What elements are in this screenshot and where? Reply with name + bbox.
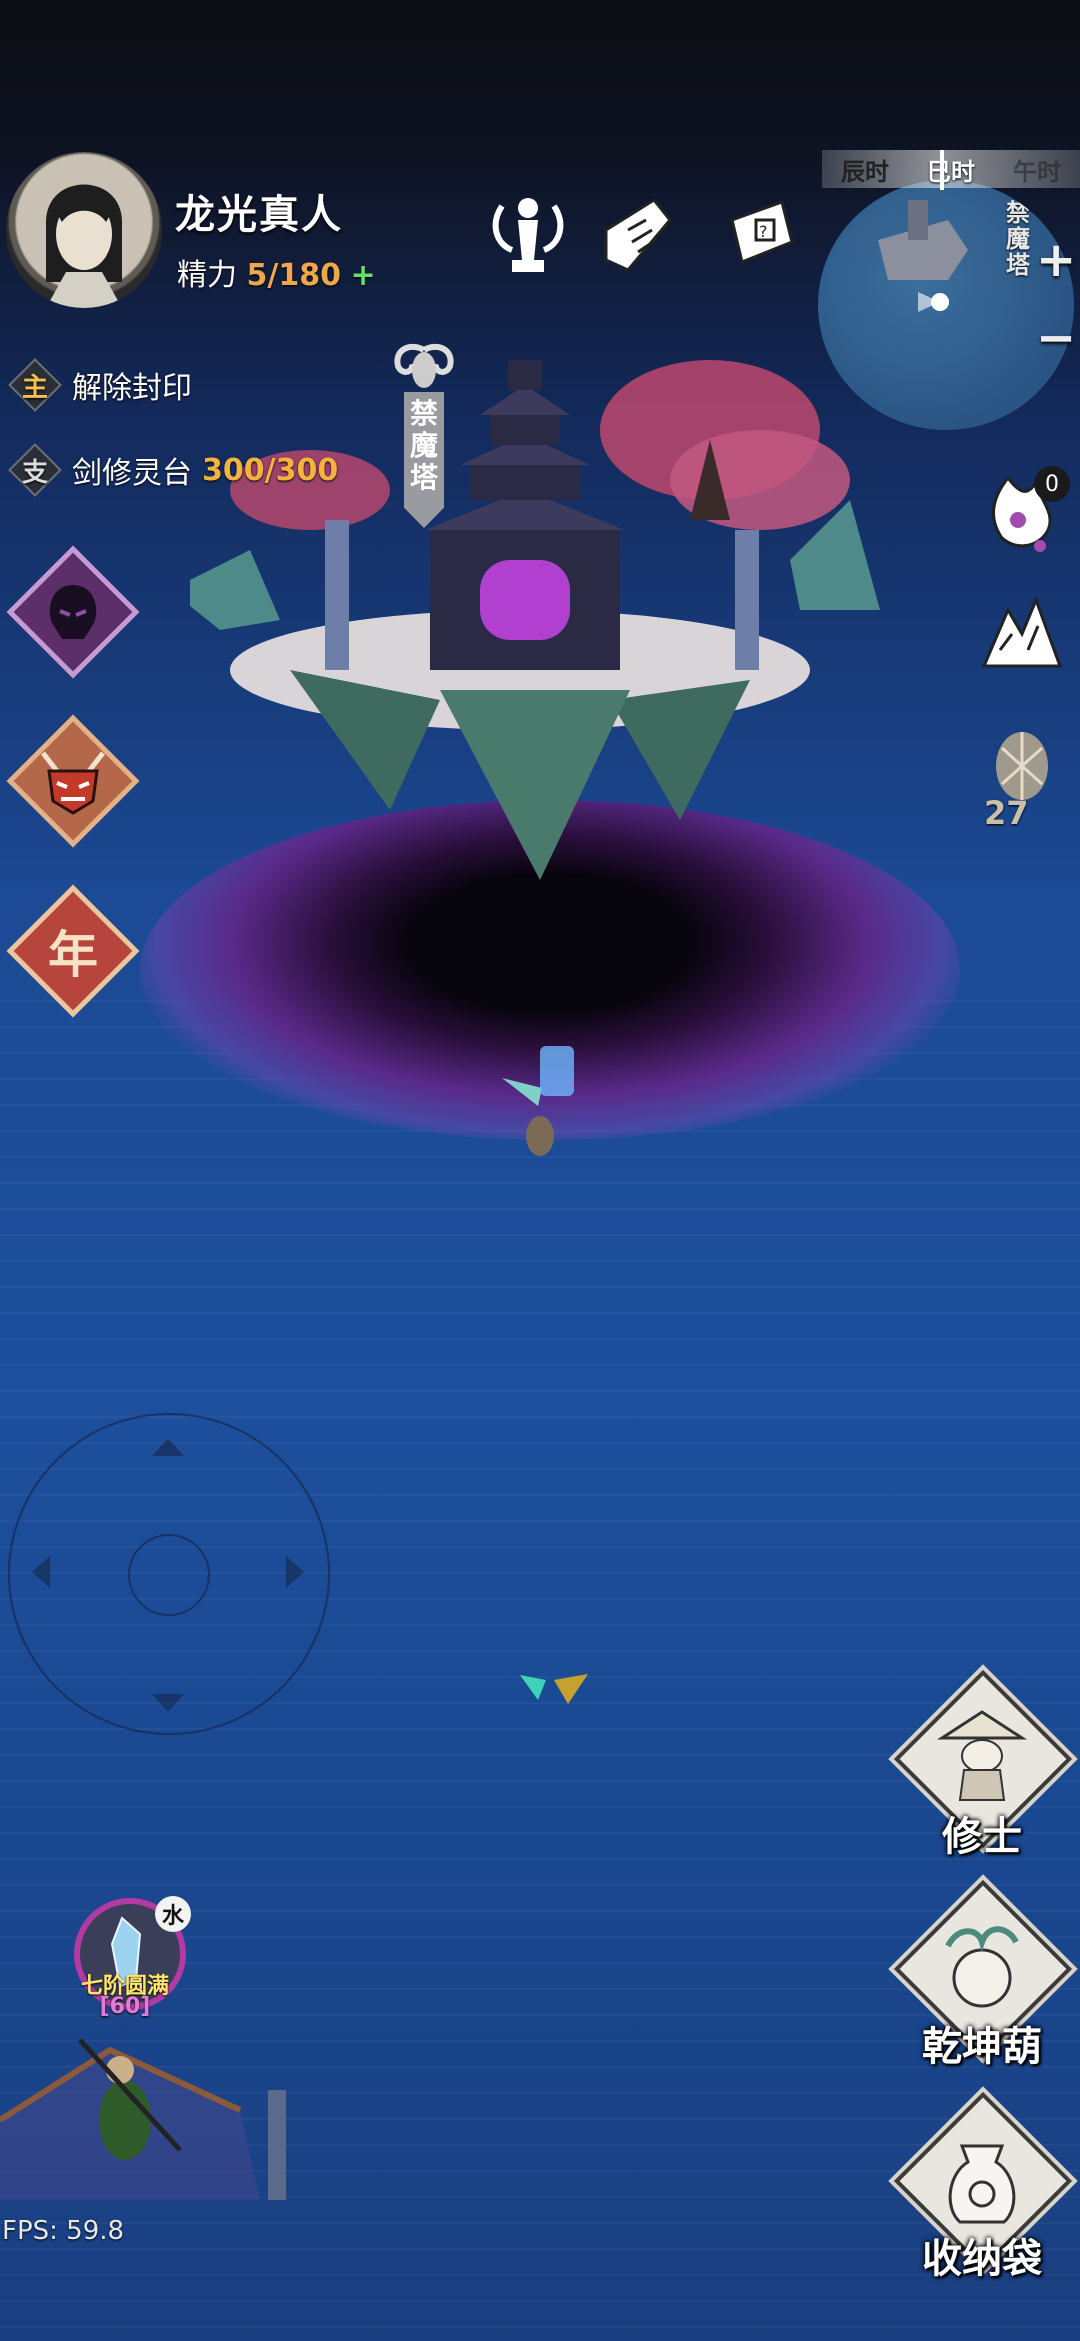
- mountain-icon[interactable]: [978, 590, 1066, 680]
- flying-birds: [520, 1674, 588, 1704]
- demon-shadow-button[interactable]: [0, 534, 151, 690]
- joystick-knob[interactable]: [128, 1534, 210, 1616]
- time-slot: 辰时: [841, 157, 889, 186]
- minimap-zoom-in-button[interactable]: +: [1036, 232, 1076, 288]
- cultivator-button[interactable]: 修士: [893, 1669, 1073, 1878]
- avatar-portrait-icon: [46, 184, 122, 308]
- gourd-icon: [945, 1926, 1019, 2008]
- quest-text: 解除封印: [72, 371, 192, 406]
- joystick-left-arrow: [32, 1556, 50, 1588]
- storage-bag-button[interactable]: 收纳袋: [893, 2091, 1073, 2300]
- quest-scroll-icon[interactable]: ?: [722, 190, 802, 276]
- time-slot-current: 巳时: [927, 157, 975, 186]
- demon-mask-button[interactable]: [0, 703, 151, 859]
- stamina-display: 精力 5/180 +: [177, 250, 376, 294]
- minimap-tower-icon: [878, 200, 968, 312]
- time-slot: 午时: [1013, 157, 1061, 186]
- storage-bag-label: 收纳袋: [922, 2236, 1042, 2282]
- demon-mask-icon: [41, 751, 105, 815]
- stamina-add-button[interactable]: +: [351, 258, 376, 293]
- stamina-label: 精力: [177, 258, 237, 293]
- quest-progress: 300/300: [202, 452, 339, 488]
- scroll-map-icon[interactable]: [598, 190, 678, 276]
- tower-label-ram-icon: [394, 343, 454, 388]
- quest-side[interactable]: 支 剑修灵台 300/300: [10, 442, 338, 498]
- minimap[interactable]: 禁魔塔: [818, 180, 1074, 430]
- spirit-flame-count: 0: [1034, 466, 1070, 502]
- joystick-down-arrow: [152, 1694, 184, 1712]
- spirit-orb-count: 27: [984, 794, 1029, 832]
- minimap-zoom-out-button[interactable]: −: [1036, 310, 1076, 366]
- tower-map-label[interactable]: 禁魔塔: [404, 392, 444, 528]
- element-badge: 水: [155, 1896, 191, 1932]
- storage-bag-icon: [948, 2144, 1016, 2224]
- time-of-day-bar: 辰时 巳时 午时: [822, 150, 1080, 188]
- joystick-right-arrow: [286, 1556, 304, 1588]
- cultivator-icon: [936, 1710, 1028, 1801]
- quest-text: 剑修灵台: [72, 456, 192, 491]
- player-name: 龙光真人: [175, 192, 343, 238]
- cultivator-figure: [0, 2038, 286, 2200]
- quest-tag-main: 主: [10, 360, 60, 410]
- gourd-label: 乾坤葫: [922, 2024, 1042, 2070]
- fps-counter: FPS: 59.8: [2, 2216, 125, 2246]
- cultivator-label: 修士: [942, 1814, 1022, 1860]
- sect-bell-icon[interactable]: [488, 190, 568, 276]
- time-indicator: [940, 150, 944, 190]
- demon-shadow-icon: [49, 585, 97, 639]
- quest-tag-side: 支: [10, 445, 60, 495]
- player-avatar[interactable]: [6, 152, 162, 308]
- stamina-value: 5/180: [246, 258, 341, 293]
- player-character[interactable]: [492, 1036, 592, 1176]
- svg-text:?: ?: [759, 222, 768, 241]
- quest-main[interactable]: 主 解除封印: [10, 357, 192, 413]
- joystick-up-arrow: [152, 1438, 184, 1456]
- minimap-location: 禁魔塔: [1006, 199, 1030, 279]
- new-year-icon: 年: [48, 925, 98, 984]
- gourd-button[interactable]: 乾坤葫: [893, 1879, 1073, 2088]
- floating-tower-island: [190, 360, 880, 880]
